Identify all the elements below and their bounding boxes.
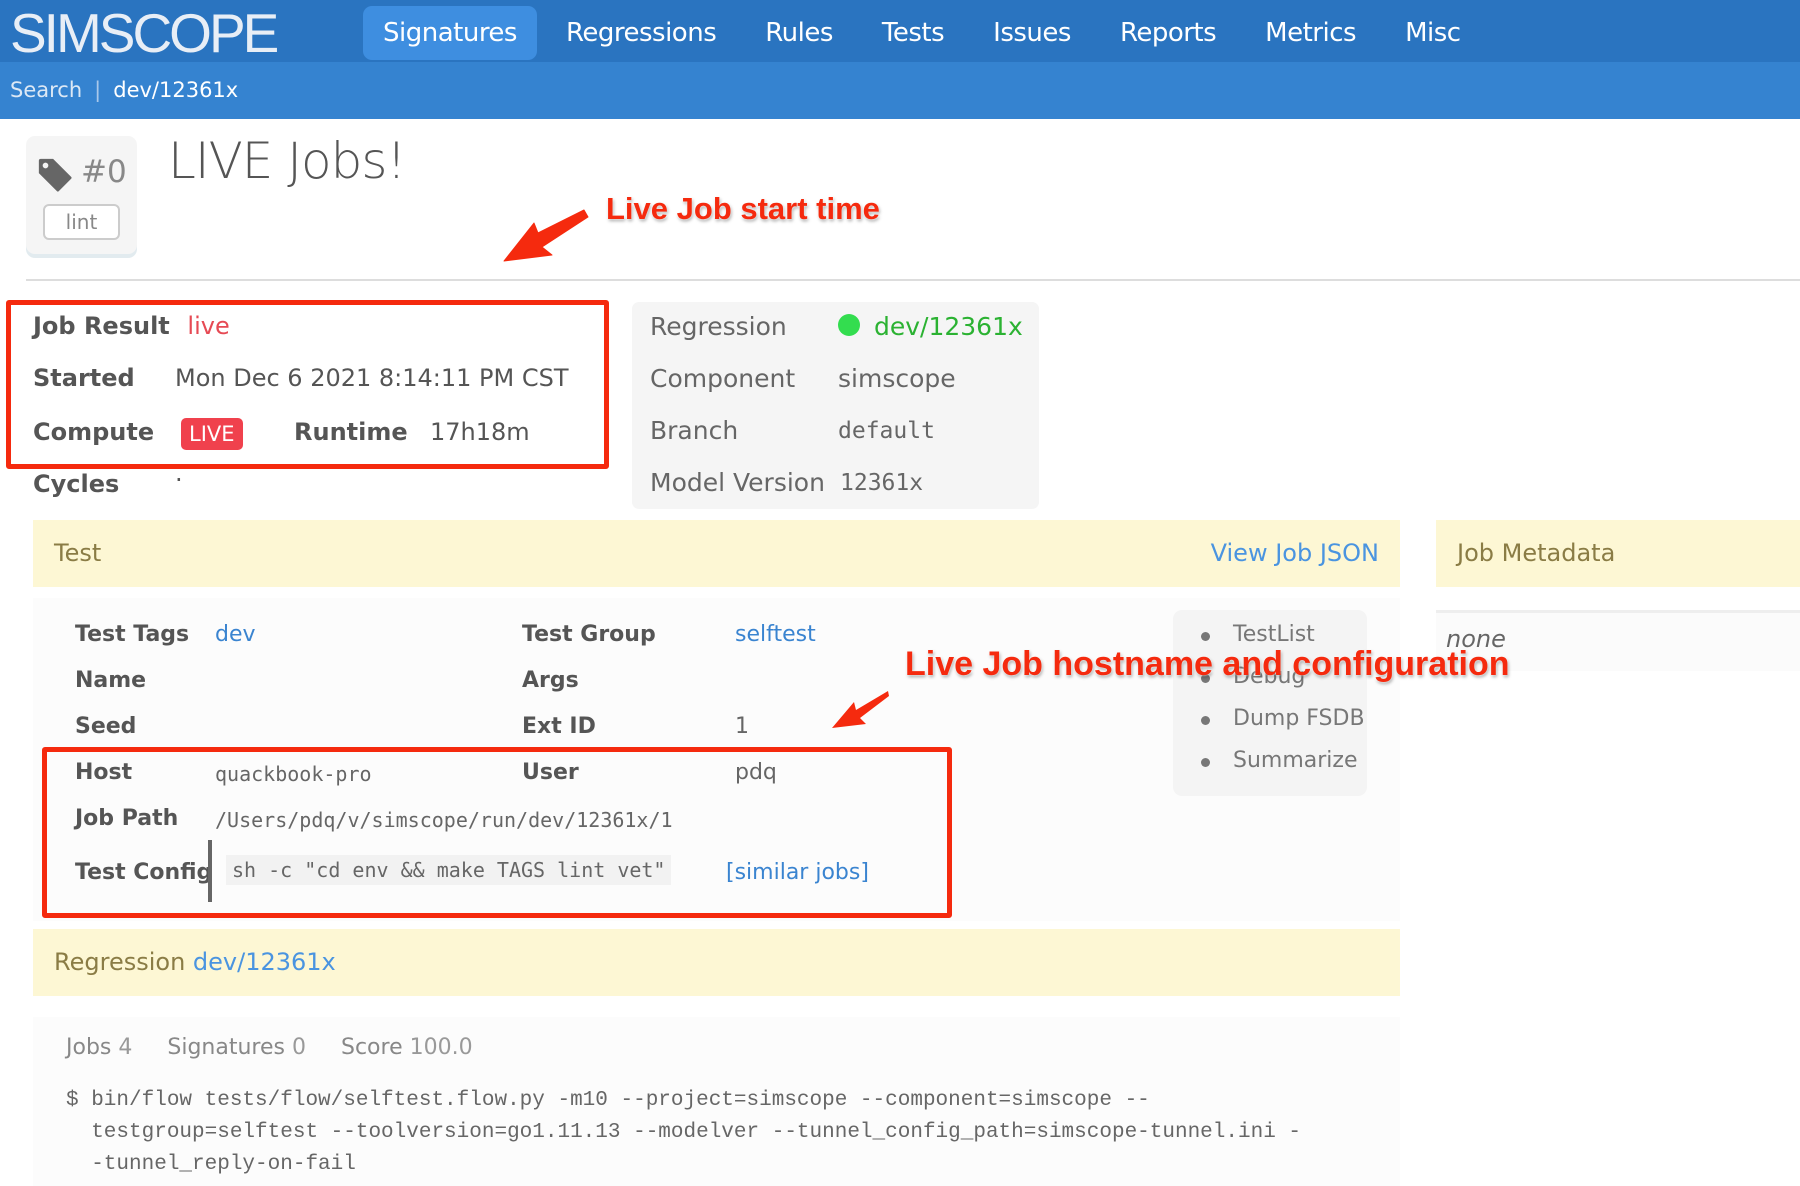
test-group-link[interactable]: selftest [735,622,816,647]
annotation-arrow-icon [832,691,889,728]
annotation-host-config: Live Job hostname and configuration [905,645,1510,683]
test-tags-label: Test Tags [75,622,190,647]
job-metadata-title: Job Metadata [1457,539,1616,567]
stat-jobs: Jobs 4 [66,1035,132,1060]
annotation-start-time: Live Job start time [606,191,880,226]
nav-item-misc[interactable]: Misc [1385,6,1481,60]
lint-tag-button[interactable]: lint [43,204,120,240]
action-summarize[interactable]: Summarize [1201,748,1358,773]
branch-label: Branch [650,416,739,445]
view-job-json-link[interactable]: View Job JSON [1211,520,1379,587]
nav-item-tests[interactable]: Tests [862,6,964,60]
regression-value[interactable]: dev/12361x [874,312,1023,341]
model-version-label: Model Version [650,468,825,497]
command-line-2: testgroup=selftest --toolversion=go1.11.… [66,1121,1302,1144]
stat-jobs-value: 4 [118,1035,133,1060]
top-navbar: SIMSCOPE Signatures Regressions Rules Te… [0,0,1800,64]
stat-jobs-label: Jobs [66,1035,112,1060]
nav-item-rules[interactable]: Rules [745,6,853,60]
tag-icon [38,158,72,192]
command-line-3: -tunnel_reply-on-fail [66,1153,356,1176]
breadcrumb-separator: | [94,78,102,102]
regression-link[interactable]: dev/12361x [838,312,1023,341]
regression-header-label: Regression [54,948,186,976]
model-version-link[interactable]: 12361x [840,470,923,496]
args-label: Args [522,668,579,693]
nav-item-reports[interactable]: Reports [1100,6,1236,60]
breadcrumb: Search | dev/12361x [0,62,1800,119]
action-summarize-label[interactable]: Summarize [1233,748,1358,773]
job-metadata-header: Job Metadata [1436,520,1800,587]
seed-label: Seed [75,714,137,739]
action-testlist-label[interactable]: TestList [1233,622,1315,647]
branch-link[interactable]: default [838,418,935,444]
command-line-1: $ bin/flow tests/flow/selftest.flow.py -… [66,1089,1150,1112]
stat-score: Score 100.0 [341,1035,473,1060]
test-section-header: Test View Job JSON [33,520,1400,587]
breadcrumb-current[interactable]: dev/12361x [113,78,238,102]
nav-item-regressions[interactable]: Regressions [546,6,736,60]
stat-score-value: 100.0 [409,1035,473,1060]
stat-signatures-value: 0 [291,1035,306,1060]
annotation-arrow-icon [503,209,589,262]
annotation-box-start-time [6,300,609,469]
job-actions-menu: TestList Debug Dump FSDB Summarize [1173,610,1367,796]
tag-card: #0 lint [26,136,137,254]
action-dump-fsdb-label[interactable]: Dump FSDB [1233,706,1365,731]
test-tags-link[interactable]: dev [215,622,256,647]
nav-item-issues[interactable]: Issues [973,6,1091,60]
ext-id-value: 1 [735,714,749,739]
stat-score-label: Score [340,1035,403,1060]
action-testlist[interactable]: TestList [1201,622,1315,647]
nav-item-signatures[interactable]: Signatures [363,6,537,60]
breadcrumb-search[interactable]: Search [10,78,82,102]
component-label: Component [650,364,796,393]
regression-header-link[interactable]: dev/12361x [193,948,336,976]
action-dump-fsdb[interactable]: Dump FSDB [1201,706,1365,731]
name-label: Name [75,668,147,693]
test-group-label: Test Group [522,622,656,647]
test-header-title: Test [54,539,102,567]
regression-jobs-panel: Jobs 4 Signatures 0 Score 100.0 $ bin/fl… [33,1017,1400,1186]
ext-id-label: Ext ID [522,714,596,739]
regression-label: Regression [650,312,787,341]
component-link[interactable]: simscope [838,364,956,393]
page-title: LIVE Jobs! [168,132,406,190]
status-dot-icon [838,314,860,336]
stat-signatures: Signatures 0 [167,1035,306,1060]
regression-info-panel: Regression dev/12361x Component simscope… [632,302,1039,509]
regression-section-header: Regression dev/12361x [33,929,1400,996]
divider [26,279,1800,281]
tag-number: #0 [81,154,127,190]
stat-signatures-label: Signatures [167,1035,285,1060]
regression-stats: Jobs 4 Signatures 0 Score 100.0 [66,1035,501,1060]
nav-menu: Signatures Regressions Rules Tests Issue… [363,6,1490,60]
annotation-box-host-config [42,747,952,918]
cycles-label-text: Cycles [33,470,120,498]
nav-item-metrics[interactable]: Metrics [1245,6,1376,60]
cycles-value: · [175,466,183,494]
logo[interactable]: SIMSCOPE [10,2,279,64]
cycles-label: Cycles [33,470,119,498]
